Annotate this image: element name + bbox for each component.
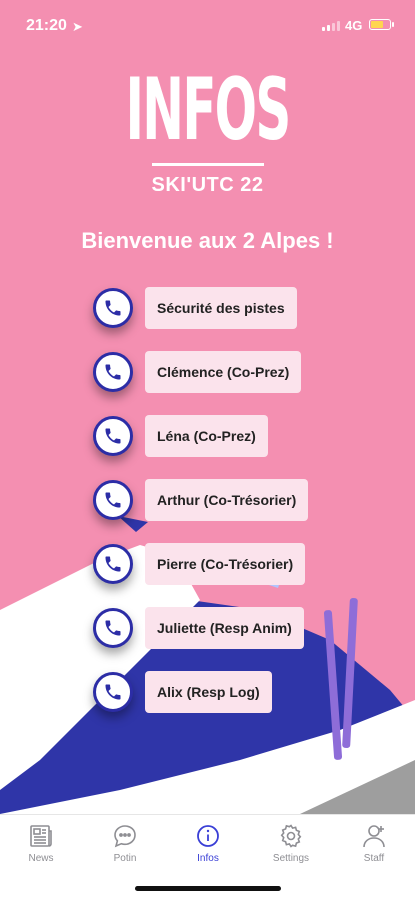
phone-call-button[interactable] [93, 352, 133, 392]
contact-item[interactable]: Léna (Co-Prez) [93, 414, 268, 458]
tab-label: Potin [113, 853, 137, 864]
contact-item[interactable]: Juliette (Resp Anim) [93, 606, 304, 650]
battery-tip [392, 22, 394, 27]
phone-call-button[interactable] [93, 544, 133, 584]
welcome-heading: Bienvenue aux 2 Alpes ! [81, 228, 334, 253]
phone-call-button[interactable] [93, 288, 133, 328]
contact-item[interactable]: Arthur (Co-Trésorier) [93, 478, 309, 522]
tab-infos[interactable]: Infos [173, 823, 243, 864]
status-time: 21:20 [26, 17, 67, 34]
phone-call-button[interactable] [93, 672, 133, 712]
logo-subtitle: SKI'UTC 22 [151, 174, 264, 196]
tab-label: News [28, 853, 54, 864]
contact-label[interactable]: Sécurité des pistes [145, 287, 297, 329]
phone-icon [105, 492, 121, 508]
home-indicator [135, 886, 281, 891]
contact-item[interactable]: Clémence (Co-Prez) [93, 350, 302, 394]
tab-label: Infos [197, 853, 219, 864]
tab-staff[interactable]: Staff [339, 823, 409, 864]
location-arrow-icon: ➤ [72, 19, 83, 34]
newspaper-icon [30, 825, 52, 847]
contact-item[interactable]: Alix (Resp Log) [93, 670, 272, 714]
tab-label: Settings [272, 853, 310, 864]
contact-label[interactable]: Juliette (Resp Anim) [145, 607, 304, 649]
status-bar: 21:20 ➤ 4G [0, 0, 415, 54]
phone-icon [105, 364, 121, 380]
contact-label[interactable]: Clémence (Co-Prez) [145, 351, 302, 393]
tab-news[interactable]: News [6, 823, 76, 864]
contact-label[interactable]: Alix (Resp Log) [145, 671, 272, 713]
contact-label[interactable]: Léna (Co-Prez) [145, 415, 268, 457]
battery-icon [369, 19, 391, 30]
network-type: 4G [345, 18, 363, 33]
logo-title: INFOS [125, 60, 291, 160]
contact-label[interactable]: Pierre (Co-Trésorier) [145, 543, 306, 585]
signal-icon [322, 21, 340, 31]
tab-settings[interactable]: Settings [256, 823, 326, 864]
phone-call-button[interactable] [93, 480, 133, 520]
phone-icon [105, 556, 121, 572]
infos-screen: 21:20 ➤ 4G INFOS SKI'UTC 22 Bienvenue au… [0, 0, 415, 900]
phone-call-button[interactable] [93, 608, 133, 648]
gear-icon [280, 824, 302, 848]
contact-item[interactable]: Sécurité des pistes [93, 286, 297, 330]
contact-item[interactable]: Pierre (Co-Trésorier) [93, 542, 306, 586]
phone-icon [105, 428, 121, 444]
tab-potin[interactable]: Potin [90, 823, 160, 864]
phone-icon [105, 684, 121, 700]
logo-divider [152, 163, 264, 166]
info-icon [197, 825, 219, 847]
phone-icon [105, 300, 121, 316]
contact-label[interactable]: Arthur (Co-Trésorier) [145, 479, 309, 521]
phone-call-button[interactable] [93, 416, 133, 456]
phone-icon [105, 620, 121, 636]
chat-bubble-icon [114, 825, 136, 848]
add-person-icon [363, 825, 385, 848]
tab-label: Staff [363, 853, 385, 864]
